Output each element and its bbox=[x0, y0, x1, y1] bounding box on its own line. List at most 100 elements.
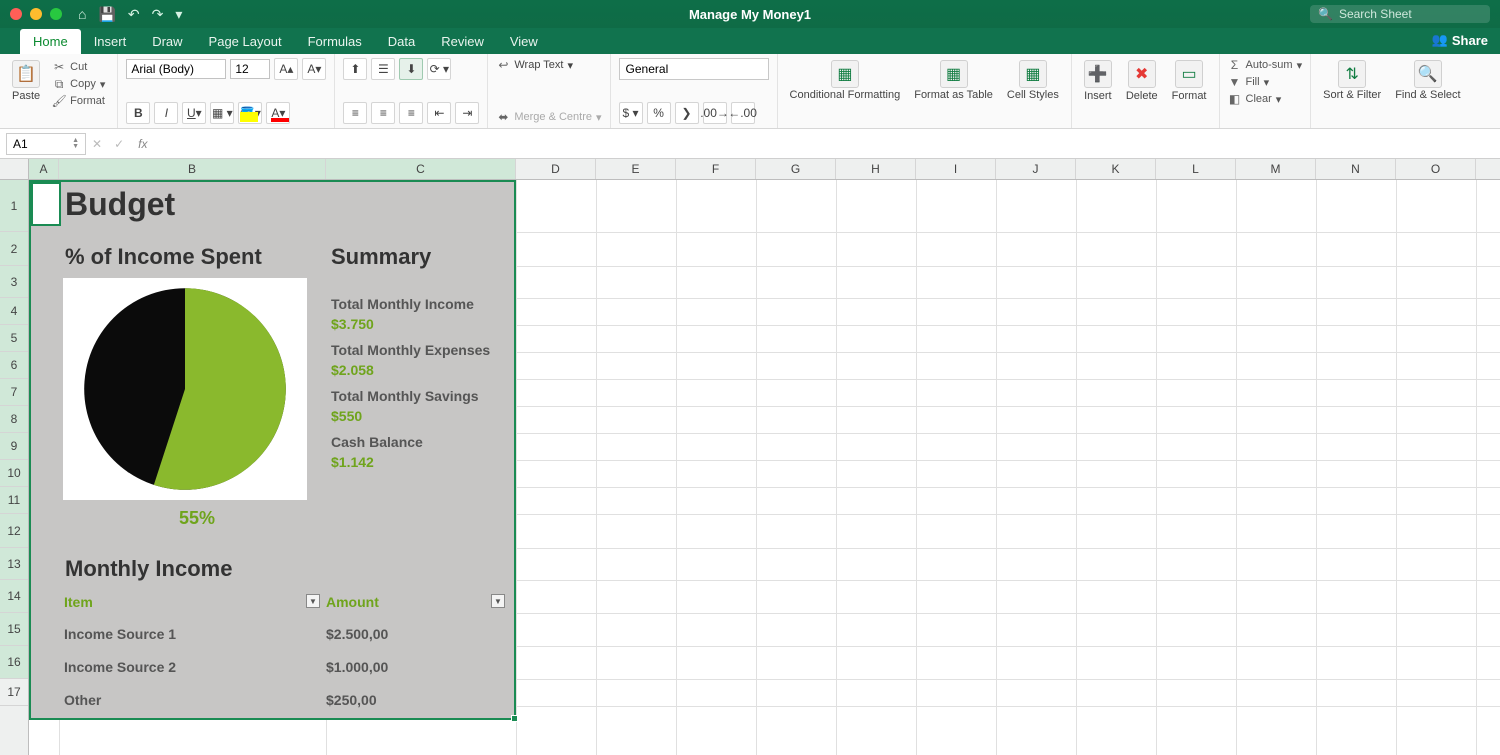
delete-cells-button[interactable]: ✖Delete bbox=[1122, 58, 1162, 124]
percent-button[interactable]: % bbox=[647, 102, 671, 124]
underline-button[interactable]: U ▾ bbox=[182, 102, 206, 124]
redo-icon[interactable]: ↷ bbox=[152, 6, 164, 23]
column-header[interactable]: C bbox=[326, 159, 516, 179]
increase-font-button[interactable]: A▴ bbox=[274, 58, 298, 80]
format-painter-button[interactable]: 🖌Format bbox=[52, 94, 105, 108]
wrap-text-button[interactable]: ↩Wrap Text ▾ bbox=[496, 58, 601, 72]
column-header[interactable]: I bbox=[916, 159, 996, 179]
minimize-window-icon[interactable] bbox=[30, 8, 42, 20]
increase-decimal-button[interactable]: .00→ bbox=[703, 102, 727, 124]
paste-button[interactable]: 📋 Paste bbox=[8, 58, 44, 104]
tab-review[interactable]: Review bbox=[428, 29, 497, 54]
cut-button[interactable]: ✂Cut bbox=[52, 60, 105, 74]
column-header[interactable]: J bbox=[996, 159, 1076, 179]
tab-formulas[interactable]: Formulas bbox=[295, 29, 375, 54]
column-header[interactable]: H bbox=[836, 159, 916, 179]
row-header[interactable]: 13 bbox=[0, 548, 28, 580]
find-select-button[interactable]: 🔍Find & Select bbox=[1391, 58, 1464, 124]
row-header[interactable]: 1 bbox=[0, 180, 28, 232]
increase-indent-button[interactable]: ⇥ bbox=[455, 102, 479, 124]
row-header[interactable]: 10 bbox=[0, 460, 28, 487]
row-header[interactable]: 5 bbox=[0, 325, 28, 352]
filter-icon[interactable]: ▼ bbox=[491, 594, 505, 608]
pie-chart[interactable] bbox=[63, 278, 307, 500]
row-header[interactable]: 17 bbox=[0, 679, 28, 706]
column-header[interactable]: B bbox=[59, 159, 326, 179]
row-header[interactable]: 12 bbox=[0, 514, 28, 548]
row-header[interactable]: 4 bbox=[0, 298, 28, 325]
format-cells-button[interactable]: ▭Format bbox=[1168, 58, 1211, 124]
fill-color-button[interactable]: 🪣 ▾ bbox=[238, 102, 262, 124]
copy-button[interactable]: ⧉Copy ▾ bbox=[52, 77, 105, 91]
tab-insert[interactable]: Insert bbox=[81, 29, 140, 54]
decrease-decimal-button[interactable]: ←.00 bbox=[731, 102, 755, 124]
close-window-icon[interactable] bbox=[10, 8, 22, 20]
font-size-select[interactable] bbox=[230, 59, 270, 79]
sort-filter-button[interactable]: ⇅Sort & Filter bbox=[1319, 58, 1385, 124]
column-header[interactable]: N bbox=[1316, 159, 1396, 179]
align-right-button[interactable]: ≡ bbox=[399, 102, 423, 124]
tab-draw[interactable]: Draw bbox=[139, 29, 195, 54]
font-color-button[interactable]: A ▾ bbox=[266, 102, 290, 124]
row-header[interactable]: 15 bbox=[0, 613, 28, 646]
column-header[interactable]: E bbox=[596, 159, 676, 179]
customize-qat-icon[interactable]: ▾ bbox=[175, 6, 182, 23]
column-header[interactable]: M bbox=[1236, 159, 1316, 179]
row-header[interactable]: 2 bbox=[0, 232, 28, 266]
column-header[interactable]: D bbox=[516, 159, 596, 179]
tab-page-layout[interactable]: Page Layout bbox=[196, 29, 295, 54]
formula-input[interactable] bbox=[155, 137, 1500, 151]
namebox-spinner-icon[interactable]: ▲▼ bbox=[72, 138, 79, 150]
comma-button[interactable]: ❯ bbox=[675, 102, 699, 124]
fx-icon[interactable]: fx bbox=[138, 137, 147, 151]
accept-formula-icon[interactable]: ✓ bbox=[114, 137, 124, 151]
name-box[interactable]: A1 ▲▼ bbox=[6, 133, 86, 155]
row-header[interactable]: 9 bbox=[0, 433, 28, 460]
cell-styles-button[interactable]: ▦Cell Styles bbox=[1003, 58, 1063, 124]
maximize-window-icon[interactable] bbox=[50, 8, 62, 20]
decrease-indent-button[interactable]: ⇤ bbox=[427, 102, 451, 124]
row-header[interactable]: 16 bbox=[0, 646, 28, 679]
row-header[interactable]: 7 bbox=[0, 379, 28, 406]
row-header[interactable]: 11 bbox=[0, 487, 28, 514]
spreadsheet-grid[interactable]: 1234567891011121314151617 Budget % of In… bbox=[0, 180, 1500, 755]
orientation-button[interactable]: ⟳ ▾ bbox=[427, 58, 451, 80]
font-name-select[interactable] bbox=[126, 59, 226, 79]
selection-handle[interactable] bbox=[511, 715, 518, 722]
accounting-button[interactable]: $ ▾ bbox=[619, 102, 643, 124]
row-header[interactable]: 8 bbox=[0, 406, 28, 433]
clear-button[interactable]: ◧Clear ▾ bbox=[1228, 92, 1303, 106]
row-header[interactable]: 14 bbox=[0, 580, 28, 613]
italic-button[interactable]: I bbox=[154, 102, 178, 124]
column-header[interactable]: F bbox=[676, 159, 756, 179]
insert-cells-button[interactable]: ➕Insert bbox=[1080, 58, 1116, 124]
column-header[interactable]: L bbox=[1156, 159, 1236, 179]
column-header[interactable]: A bbox=[29, 159, 59, 179]
select-all-corner[interactable] bbox=[0, 159, 29, 179]
home-icon[interactable]: ⌂ bbox=[78, 6, 86, 22]
filter-icon[interactable]: ▼ bbox=[306, 594, 320, 608]
share-button[interactable]: 👥 Share bbox=[1432, 32, 1488, 48]
fill-button[interactable]: ▼Fill ▾ bbox=[1228, 75, 1303, 89]
column-header[interactable]: O bbox=[1396, 159, 1476, 179]
column-header[interactable]: G bbox=[756, 159, 836, 179]
format-as-table-button[interactable]: ▦Format as Table bbox=[910, 58, 997, 124]
tab-home[interactable]: Home bbox=[20, 29, 81, 54]
align-bottom-button[interactable]: ⬇ bbox=[399, 58, 423, 80]
active-cell[interactable] bbox=[31, 182, 61, 226]
cancel-formula-icon[interactable]: ✕ bbox=[92, 137, 102, 151]
bold-button[interactable]: B bbox=[126, 102, 150, 124]
autosum-button[interactable]: ΣAuto-sum ▾ bbox=[1228, 58, 1303, 72]
column-header[interactable]: K bbox=[1076, 159, 1156, 179]
tab-view[interactable]: View bbox=[497, 29, 551, 54]
merge-centre-button[interactable]: ⬌Merge & Centre ▾ bbox=[496, 110, 601, 124]
undo-icon[interactable]: ↶ bbox=[128, 6, 140, 23]
conditional-formatting-button[interactable]: ▦Conditional Formatting bbox=[786, 58, 905, 124]
tab-data[interactable]: Data bbox=[375, 29, 428, 54]
row-header[interactable]: 6 bbox=[0, 352, 28, 379]
search-sheet[interactable]: 🔍 bbox=[1310, 5, 1490, 23]
row-header[interactable]: 3 bbox=[0, 266, 28, 298]
search-input[interactable] bbox=[1339, 7, 1494, 21]
align-left-button[interactable]: ≡ bbox=[343, 102, 367, 124]
save-icon[interactable]: 💾 bbox=[98, 6, 115, 23]
